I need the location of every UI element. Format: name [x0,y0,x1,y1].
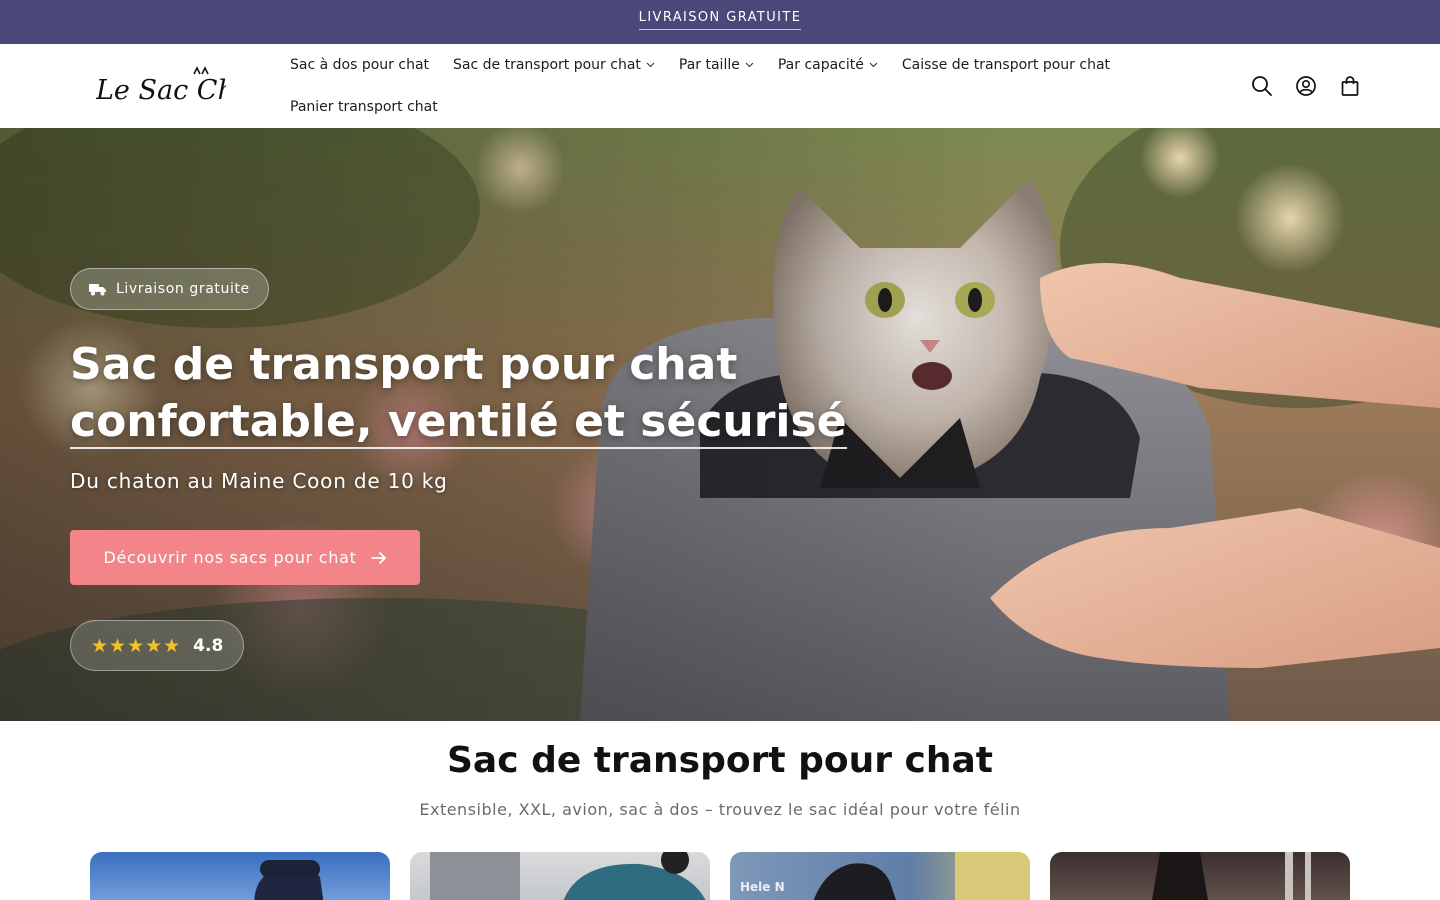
nav-par-taille[interactable]: Par taille [667,57,766,73]
chevron-down-icon [745,62,754,68]
logo-text: Le Sac Chat [96,75,226,106]
discover-bags-button[interactable]: Découvrir nos sacs pour chat [70,530,420,585]
nav-par-capacite[interactable]: Par capacité [766,57,890,73]
nav-panier-transport[interactable]: Panier transport chat [278,99,450,115]
account-icon[interactable] [1292,72,1320,100]
hero-banner: Livraison gratuite Sac de transport pour… [0,128,1440,721]
arrow-right-icon [370,551,386,564]
logo[interactable]: Le Sac Chat [96,66,226,106]
rating-badge: ★★★★★ 4.8 [70,620,245,671]
star-rating-icon: ★★★★★ [91,634,182,657]
search-icon[interactable] [1248,72,1276,100]
chevron-down-icon [869,62,878,68]
hero-title-line1: Sac de transport pour chat [70,339,738,390]
hero-subtitle: Du chaton au Maine Coon de 10 kg [70,469,448,493]
hero-title-line2: confortable, ventilé et sécurisé [70,396,847,449]
hero-title: Sac de transport pour chat confortable, … [70,336,847,450]
announcement-bar: LIVRAISON GRATUITE [0,0,1440,44]
card-caption: Hele N [740,880,785,894]
nav-sac-a-dos[interactable]: Sac à dos pour chat [278,57,441,73]
product-cards: Hele N [90,852,1350,900]
product-card[interactable]: Hele N [730,852,1030,900]
product-card[interactable] [1050,852,1350,900]
truck-icon [89,284,106,296]
section-title: Sac de transport pour chat [446,740,993,781]
header-icons [1248,72,1364,100]
nav-caisse-transport[interactable]: Caisse de transport pour chat [890,57,1122,73]
badge-label: Livraison gratuite [116,281,250,297]
product-card[interactable] [410,852,710,900]
nav-sac-transport[interactable]: Sac de transport pour chat [441,57,667,73]
site-header: Le Sac Chat Sac à dos pour chat Sac de t… [0,44,1440,128]
section-subtitle: Extensible, XXL, avion, sac à dos – trou… [419,800,1021,819]
chevron-down-icon [646,62,655,68]
cta-label: Découvrir nos sacs pour chat [103,548,357,567]
rating-value: 4.8 [193,635,224,656]
announcement-link[interactable]: LIVRAISON GRATUITE [638,10,802,30]
product-card[interactable] [90,852,390,900]
main-nav: Sac à dos pour chat Sac de transport pou… [278,44,1138,128]
cart-icon[interactable] [1336,72,1364,100]
free-shipping-badge: Livraison gratuite [70,268,269,310]
